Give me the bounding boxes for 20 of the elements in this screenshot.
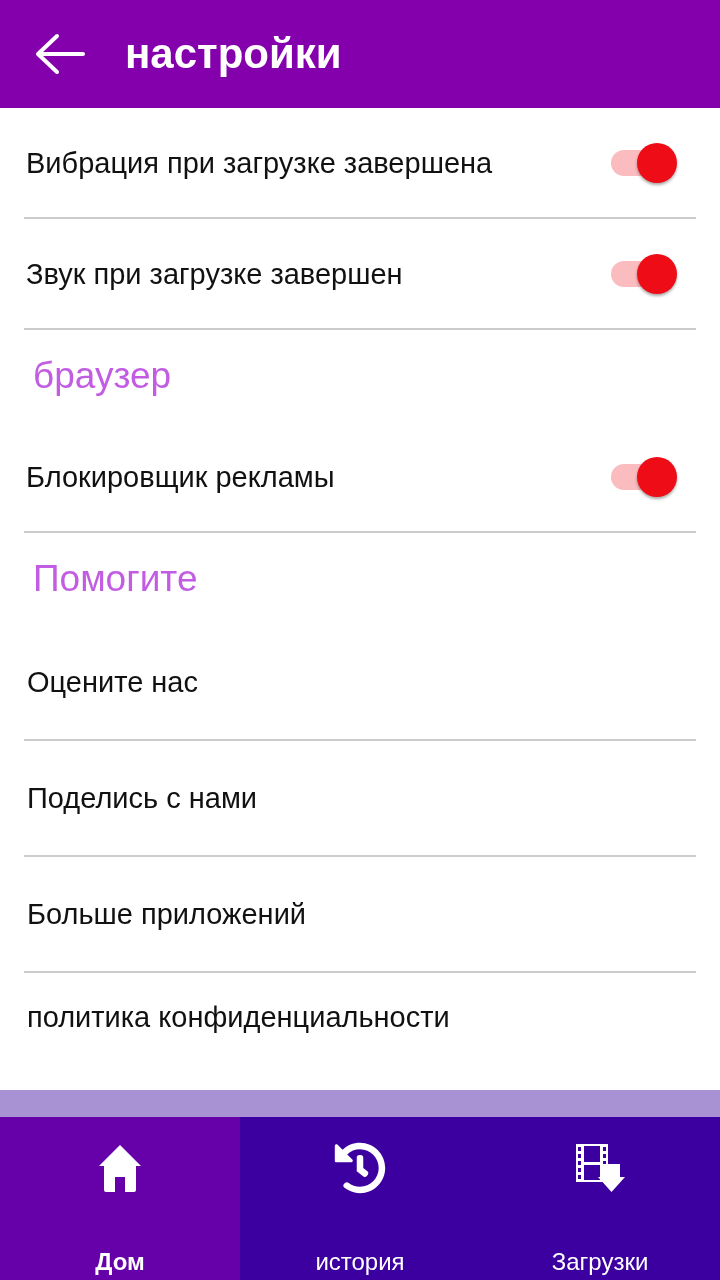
settings-link[interactable]: политика конфиденциальности bbox=[27, 999, 450, 1035]
toggle-switch[interactable] bbox=[611, 253, 677, 294]
home-icon bbox=[98, 1144, 142, 1192]
nav-tab[interactable]: Загрузки bbox=[480, 1117, 720, 1280]
setting-label: Блокировщик рекламы bbox=[26, 459, 335, 495]
nav-tab[interactable]: Дом bbox=[0, 1117, 240, 1280]
section-heading: Помогите bbox=[33, 557, 198, 601]
setting-label: Вибрация при загрузке завершена bbox=[26, 145, 493, 181]
back-arrow-icon[interactable] bbox=[35, 33, 85, 75]
settings-link[interactable]: Больше приложений bbox=[27, 896, 307, 932]
section-heading: браузер bbox=[33, 354, 172, 398]
toggle-switch[interactable] bbox=[611, 456, 677, 497]
toggle-switch[interactable] bbox=[611, 142, 677, 183]
setting-label: Звук при загрузке завершен bbox=[26, 256, 403, 292]
page-title: настройки bbox=[125, 29, 342, 79]
nav-tab[interactable]: история bbox=[240, 1117, 480, 1280]
settings-link[interactable]: Поделись с нами bbox=[27, 780, 258, 816]
film-download-icon bbox=[575, 1143, 625, 1193]
history-clock-icon bbox=[334, 1142, 386, 1194]
settings-link[interactable]: Оцените нас bbox=[27, 664, 198, 700]
